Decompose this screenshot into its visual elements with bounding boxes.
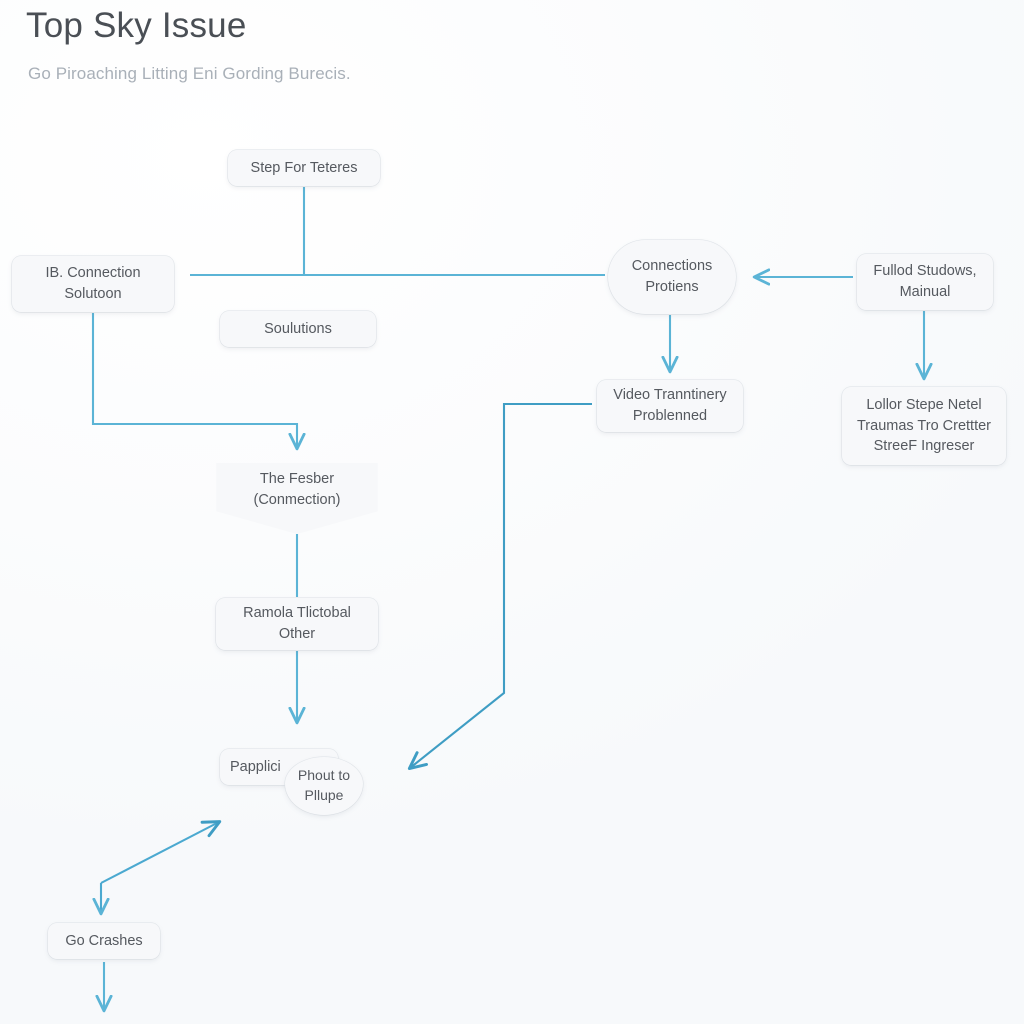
edge-bottom-diagonal-up xyxy=(100,820,222,884)
node-label: The Fesber (Conmection) xyxy=(253,470,341,508)
node-label: Papplici xyxy=(230,758,281,775)
node-label: Phout to Pllupe xyxy=(297,767,351,803)
node-fullod-studows-mainual[interactable]: Fullod Studows, Mainual xyxy=(857,254,993,310)
node-connections-protiens[interactable]: Connections Protiens xyxy=(608,240,736,314)
diagram-canvas: Top Sky Issue Go Piroaching Litting Eni … xyxy=(0,0,1024,1024)
node-step-for-teteres[interactable]: Step For Teteres xyxy=(228,150,380,186)
node-ramola-tlictobal-other[interactable]: Ramola Tlictobal Other xyxy=(216,598,378,650)
node-phout-to-pllupe[interactable]: Phout to Pllupe xyxy=(285,757,363,815)
node-lollor-stepe-netel[interactable]: Lollor Stepe Netel Traumas Tro Crettter … xyxy=(842,387,1006,465)
node-label: Soulutions xyxy=(264,320,332,337)
node-label: Go Crashes xyxy=(65,932,143,949)
node-label: Ramola Tlictobal Other xyxy=(243,605,351,642)
edge-video-to-phout xyxy=(407,402,592,770)
node-label: Connections Protiens xyxy=(631,258,713,295)
node-go-crashes[interactable]: Go Crashes xyxy=(48,923,160,959)
edge-layer xyxy=(91,187,1024,1024)
node-label: Video Tranntinery Problenned xyxy=(613,387,727,424)
node-the-fesber-conmection[interactable]: The Fesber (Conmection) xyxy=(213,463,381,534)
node-soulutions[interactable]: Soulutions xyxy=(220,311,376,347)
page-subtitle: Go Piroaching Litting Eni Gording Bureci… xyxy=(28,64,351,83)
node-ib-connection-solutoon[interactable]: IB. Connection Solutoon xyxy=(12,256,174,312)
node-label: Step For Teteres xyxy=(250,159,358,176)
node-label: IB. Connection Solutoon xyxy=(45,265,141,302)
page-title: Top Sky Issue xyxy=(26,6,247,45)
node-label: Lollor Stepe Netel Traumas Tro Crettter … xyxy=(856,397,992,455)
node-label: Fullod Studows, Mainual xyxy=(873,263,977,300)
node-video-tranntinery-problenned[interactable]: Video Tranntinery Problenned xyxy=(597,380,743,432)
